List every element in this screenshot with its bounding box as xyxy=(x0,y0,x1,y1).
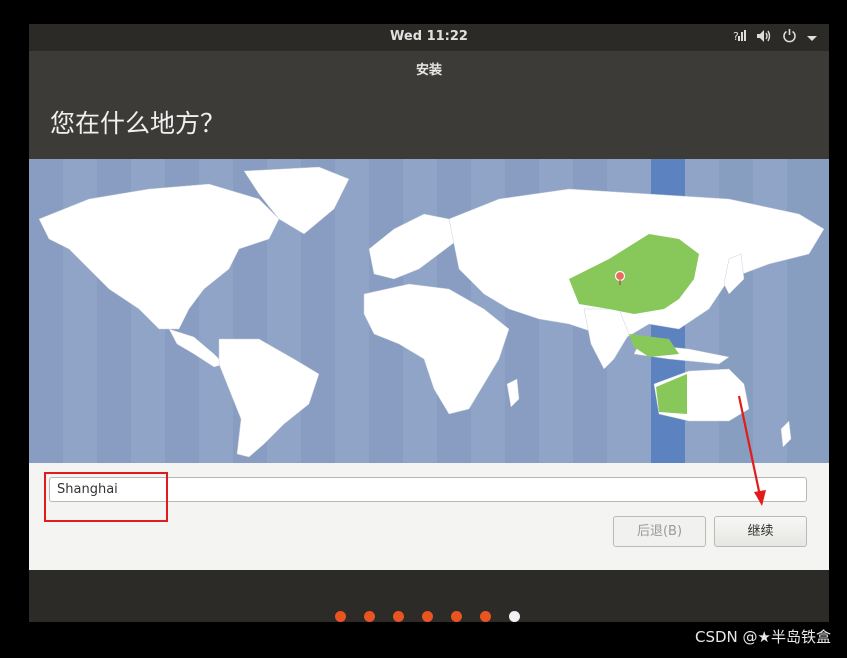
watermark: CSDN @★半岛铁盒 xyxy=(695,628,831,646)
annotation-arrow xyxy=(737,395,766,506)
